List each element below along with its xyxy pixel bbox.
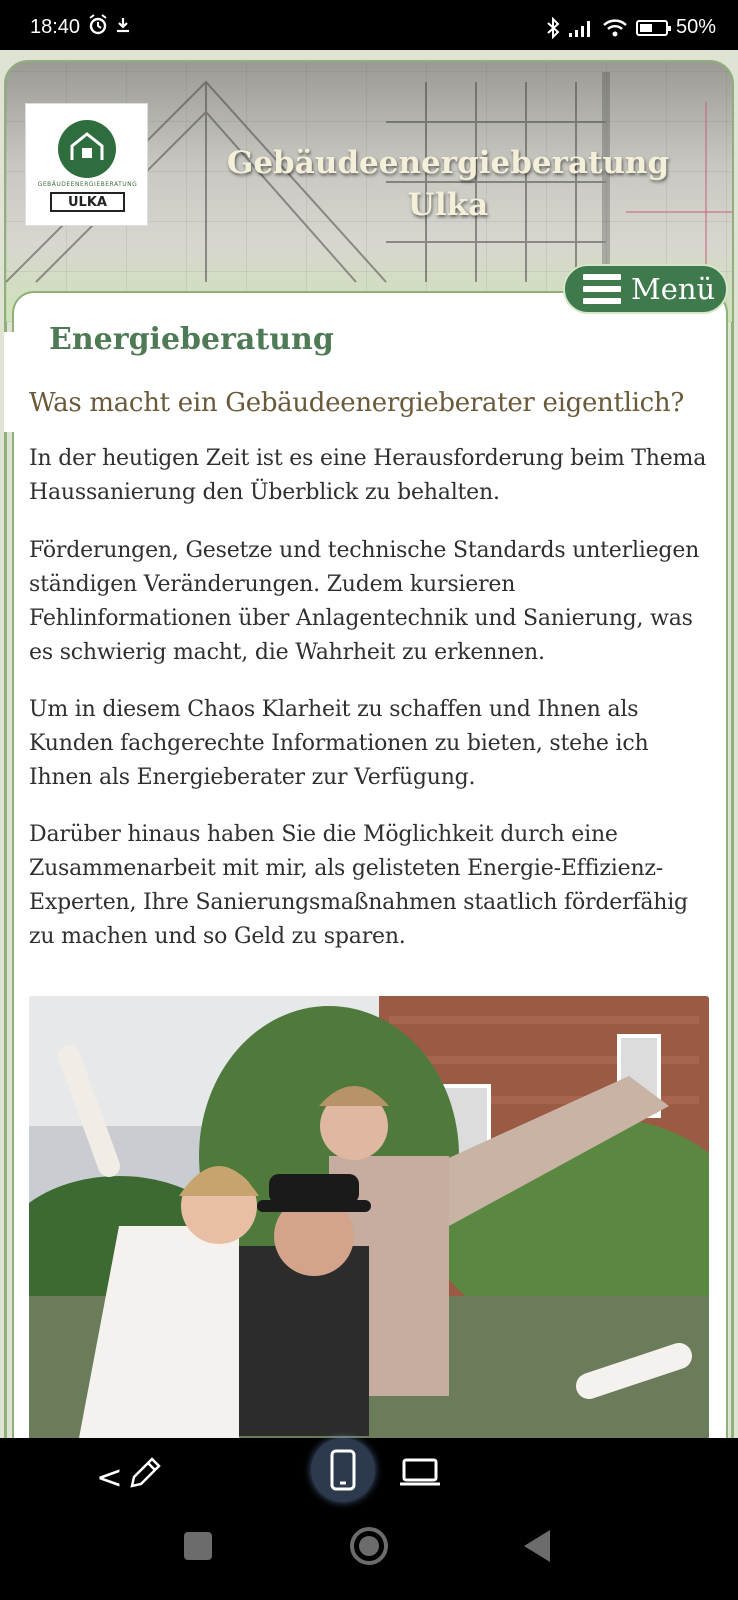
download-icon bbox=[117, 18, 129, 33]
bluetooth-icon bbox=[547, 16, 560, 39]
recents-button[interactable] bbox=[184, 1532, 212, 1560]
site-title: Gebäudeenergieberatung Ulka bbox=[168, 142, 728, 226]
pencil-icon[interactable] bbox=[124, 1454, 166, 1494]
signal-icon bbox=[568, 20, 590, 37]
site-title-line1: Gebäudeenergieberatung bbox=[226, 145, 670, 181]
laptop-icon[interactable] bbox=[398, 1456, 442, 1490]
section-question: Was macht ein Gebäudeenergieberater eige… bbox=[29, 388, 685, 418]
editor-toolbar: < bbox=[0, 1438, 738, 1510]
status-bar: 18:40 50% bbox=[0, 0, 738, 50]
home-button[interactable] bbox=[350, 1527, 388, 1565]
page-heading: Energieberatung bbox=[49, 322, 334, 357]
paragraph-4: Darüber hinaus haben Sie die Möglichkeit… bbox=[29, 822, 688, 949]
web-page[interactable]: GEBÄUDEENERGIEBERATUNG ULKA Gebäudeenerg… bbox=[0, 50, 738, 1438]
logo-tagline: GEBÄUDEENERGIEBERATUNG bbox=[37, 181, 138, 188]
status-time: 18:40 bbox=[30, 16, 81, 38]
status-left-icons bbox=[88, 14, 132, 36]
back-chevron-icon[interactable]: < bbox=[96, 1458, 123, 1496]
logo-house-icon bbox=[58, 120, 116, 178]
photo-illustration bbox=[29, 996, 709, 1438]
paragraph-2: Förderungen, Gesetze und technische Stan… bbox=[29, 538, 700, 665]
content-photo bbox=[29, 996, 709, 1438]
android-nav-bar bbox=[0, 1510, 738, 1600]
side-tab bbox=[4, 332, 14, 432]
logo-plate: ULKA bbox=[50, 192, 125, 212]
mobile-view-button[interactable] bbox=[311, 1438, 375, 1502]
alarm-icon bbox=[89, 14, 107, 35]
status-right-icons: 50% bbox=[546, 16, 716, 39]
menu-button[interactable]: Menü bbox=[563, 264, 728, 314]
menu-label: Menü bbox=[631, 272, 716, 306]
site-logo[interactable]: GEBÄUDEENERGIEBERATUNG ULKA bbox=[25, 103, 148, 226]
site-title-line2: Ulka bbox=[407, 187, 489, 223]
paragraph-1: In der heutigen Zeit ist es eine Herausf… bbox=[29, 446, 707, 505]
battery-icon bbox=[635, 19, 671, 36]
mobile-icon bbox=[330, 1449, 356, 1491]
back-button[interactable] bbox=[524, 1530, 550, 1562]
paragraph-3: Um in diesem Chaos Klarheit zu schaffen … bbox=[29, 697, 649, 790]
hamburger-icon bbox=[583, 274, 621, 304]
battery-level: 50% bbox=[675, 16, 716, 38]
wifi-icon bbox=[603, 18, 627, 36]
